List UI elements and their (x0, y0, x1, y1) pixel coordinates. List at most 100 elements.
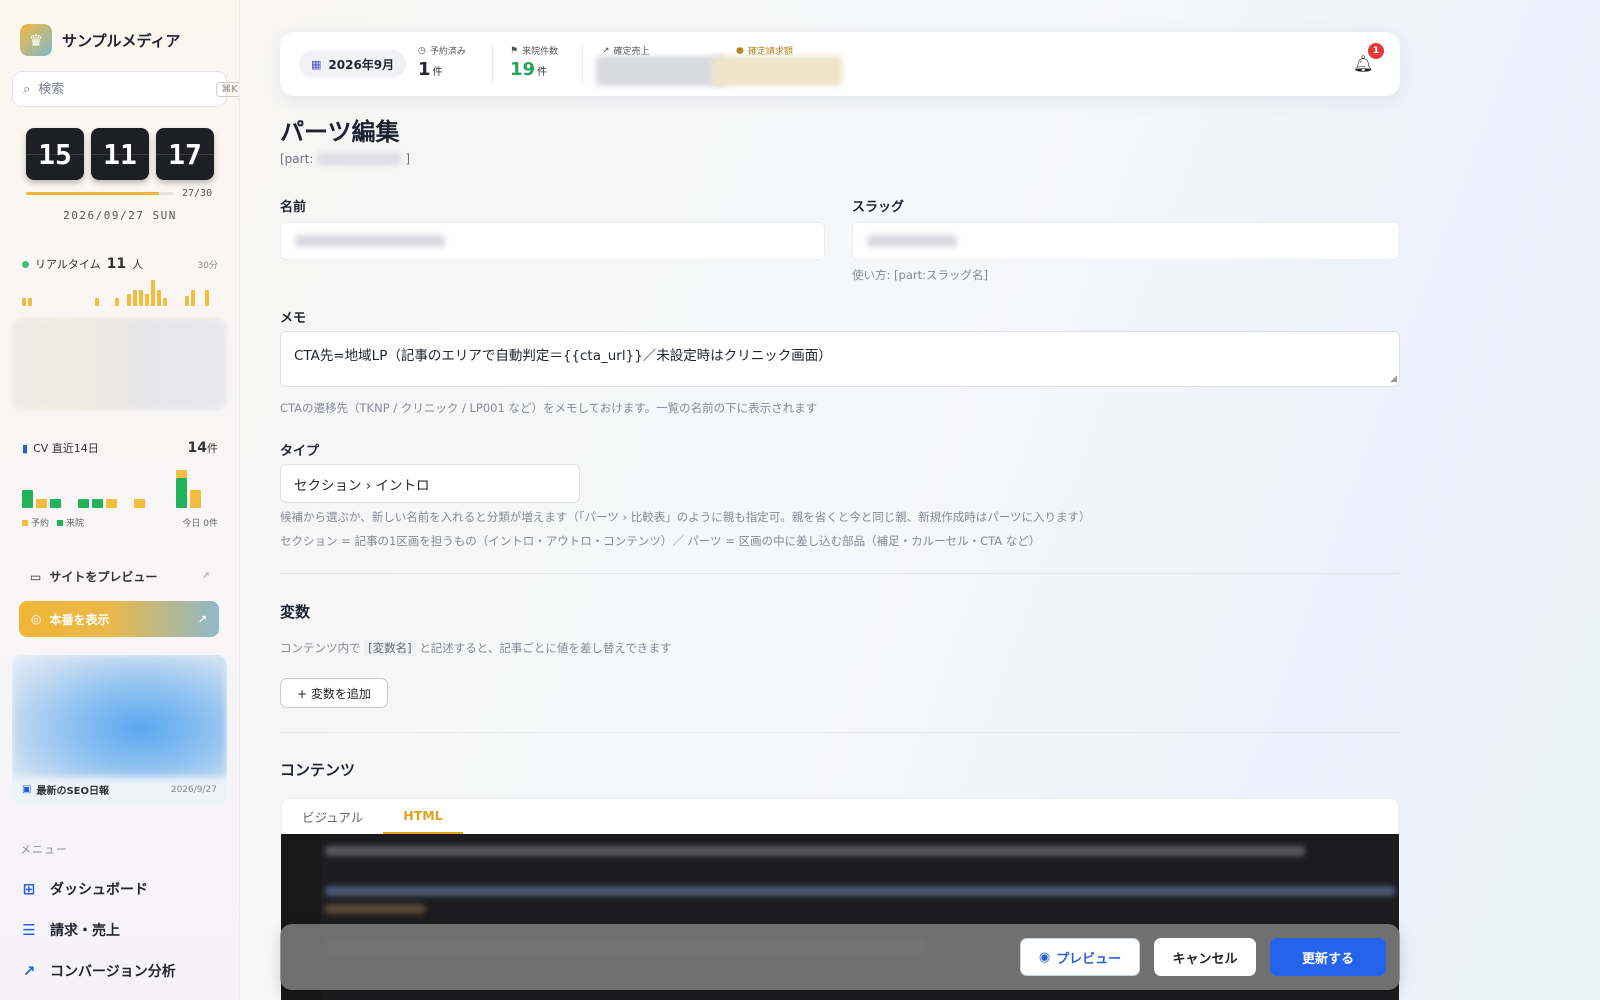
content-heading: コンテンツ (280, 761, 356, 779)
section-divider (280, 573, 1400, 574)
calendar-icon: ▦ (311, 57, 322, 71)
site-preview-link[interactable]: ▭ サイトをプレビュー ↗ (30, 568, 210, 585)
memo-textarea[interactable]: CTA先=地域LP（記事のエリアで自動判定＝{{cta_url}}／未設定時はク… (280, 331, 1400, 387)
globe-icon: ◎ (31, 612, 42, 626)
search-icon: ⌕ (23, 81, 31, 97)
menu-heading: メニュー (20, 843, 68, 856)
brand[interactable]: ♛ サンプルメディア (20, 24, 181, 56)
update-button[interactable]: 更新する (1270, 938, 1386, 976)
variables-help: コンテンツ内で [変数名] と記述すると、記事ごとに値を差し替えできます (280, 640, 672, 656)
memo-help: CTAの遷移先（TKNP / クリニック / LP001 など）をメモしておけま… (280, 401, 818, 415)
cv-legend: 予約 来院 今日 0件 (22, 516, 218, 529)
type-help-2: セクション = 記事の1区画を担うもの（イントロ・アウトロ・コンテンツ）／ パー… (280, 534, 1041, 548)
tab-visual[interactable]: ビジュアル (282, 799, 383, 834)
slug-label: スラッグ (852, 200, 905, 215)
chart-line-icon: ↗ (22, 961, 36, 980)
external-link-icon: ↗ (197, 612, 207, 626)
stat-booked-unit: 件 (432, 67, 443, 78)
part-id-suffix: ] (405, 152, 411, 166)
menu-item-dashboard[interactable]: ⊞ ダッシュボード (20, 868, 220, 909)
rt-bar (191, 290, 195, 306)
rt-bar (28, 298, 32, 306)
trend-icon: ↗ (602, 45, 610, 56)
view-production-button[interactable]: ◎ 本番を表示 ↗ (19, 601, 219, 637)
cancel-button[interactable]: キャンセル (1154, 938, 1256, 976)
rt-bar (205, 290, 209, 306)
search-box[interactable]: ⌕ ⌘K (12, 71, 239, 107)
rt-bar (145, 294, 149, 306)
menu-item-label: コンバージョン分析 (50, 963, 176, 980)
main-menu: ⊞ ダッシュボード ☰ 請求・売上 ↗ コンバージョン分析 (20, 868, 220, 991)
rt-bar (95, 298, 99, 306)
brand-name: サンプルメディア (62, 31, 181, 50)
variables-heading: 変数 (280, 603, 311, 621)
receipt-icon: ☰ (22, 920, 36, 939)
blurred-part-slug (317, 153, 402, 165)
rt-bar (163, 298, 167, 306)
blurred-code-line (325, 846, 1305, 856)
search-input[interactable] (38, 81, 209, 97)
cv-bar-visited (176, 478, 187, 508)
rt-bar (133, 290, 137, 306)
clock-date: 2026/09/27 SUN (63, 209, 177, 222)
seo-report-thumbnail (12, 655, 227, 777)
rt-bar (115, 298, 119, 306)
realtime-range: 30分 (197, 260, 218, 271)
tab-html[interactable]: HTML (383, 799, 463, 834)
legend-visited-swatch (57, 520, 64, 526)
realtime-widget: リアルタイム 11 人 30分 (22, 256, 218, 272)
type-combobox[interactable]: セクション › イントロ (280, 464, 580, 503)
month-progress-label: 27/30 (182, 188, 213, 199)
legend-booked: 予約 (31, 519, 50, 529)
section-divider (280, 732, 1400, 733)
cv-bar-visited (50, 499, 61, 508)
name-input[interactable] (280, 222, 825, 260)
divider (582, 44, 583, 84)
name-label: 名前 (280, 200, 307, 215)
cv-bar-booked (190, 490, 201, 508)
variables-help-pre: コンテンツ内で (280, 641, 361, 655)
live-dot-icon (22, 260, 29, 268)
cv-bar-chart (22, 462, 218, 508)
flag-icon: ⚑ (510, 45, 519, 56)
type-value: セクション › イントロ (294, 477, 430, 494)
menu-item-label: 請求・売上 (50, 922, 120, 939)
cv-bar-visited (22, 490, 33, 508)
realtime-unit: 人 (132, 258, 144, 271)
rt-bar (185, 296, 189, 306)
coin-icon: ● (736, 45, 744, 56)
stats-topbar: ▦ 2026年9月 ◷ 予約済み 1件 ⚑ 来院件数 19 件 ↗ 確定売上 ● 確定請求… (280, 32, 1400, 96)
view-production-label: 本番を表示 (49, 612, 110, 627)
menu-item-label: ダッシュボード (50, 881, 148, 898)
blurred-widget (12, 318, 227, 410)
grid-icon: ⊞ (22, 879, 36, 898)
menu-item-conversion[interactable]: ↗ コンバージョン分析 (20, 950, 220, 991)
type-help-1: 候補から選ぶか、新しい名前を入れると分類が増えます（「パーツ › 比較表」のよう… (280, 510, 1091, 524)
resize-handle-icon[interactable]: ◢ (1390, 374, 1397, 384)
preview-button[interactable]: ◉ プレビュー (1020, 938, 1140, 976)
external-link-icon: ↗ (201, 571, 210, 582)
cv-bar-booked (134, 499, 145, 508)
slug-input[interactable] (852, 222, 1400, 260)
preview-label: プレビュー (1056, 951, 1122, 967)
rt-bar (151, 280, 155, 306)
blurred-code-line (325, 904, 425, 914)
memo-label: メモ (280, 311, 307, 326)
shortcut-hint: ⌘K (216, 81, 239, 97)
blurred-slug-value (867, 235, 957, 247)
sticky-action-bar: ◉ プレビュー キャンセル 更新する (280, 924, 1400, 990)
seo-report-card[interactable]: ▣ 最新のSEO日報 2026/9/27 (12, 655, 227, 805)
cv-bar-booked (106, 499, 117, 508)
month-selector[interactable]: ▦ 2026年9月 (299, 50, 407, 78)
cv-bar-visited (92, 499, 103, 508)
menu-item-billing[interactable]: ☰ 請求・売上 (20, 909, 220, 950)
part-id: [part: ] (280, 152, 410, 166)
legend-visited: 来院 (66, 519, 85, 529)
stat-booked-label: 予約済み (429, 47, 466, 57)
memo-value: CTA先=地域LP（記事のエリアで自動判定＝{{cta_url}}／未設定時はク… (294, 348, 832, 364)
add-variable-button[interactable]: + 変数を追加 (280, 678, 388, 708)
cv-bar-visited (78, 499, 89, 508)
legend-booked-swatch (22, 520, 28, 526)
blurred-sales-value (596, 56, 726, 86)
month-label: 2026年9月 (328, 57, 395, 72)
